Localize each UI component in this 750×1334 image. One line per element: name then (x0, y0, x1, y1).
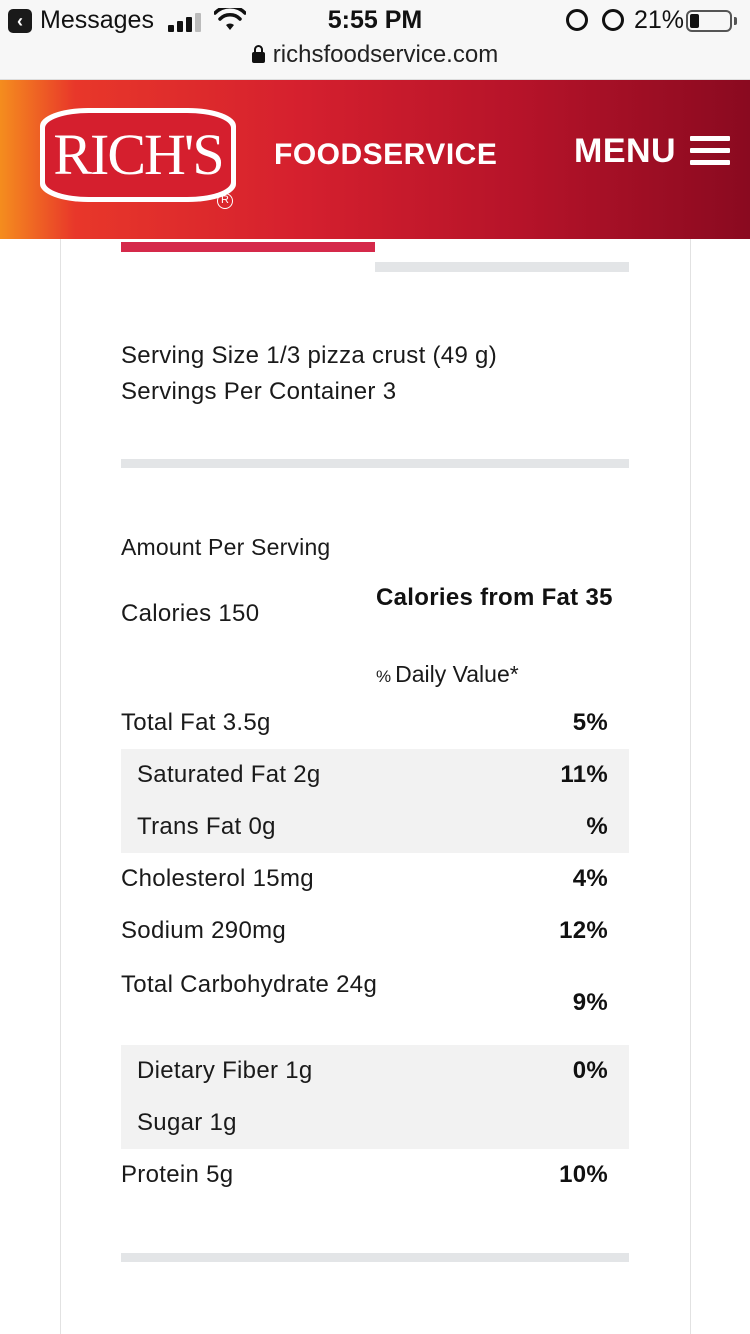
nutrient-daily-value: 0% (572, 1057, 608, 1084)
registered-mark: R (217, 193, 233, 209)
address-bar[interactable]: richsfoodservice.com (0, 40, 750, 80)
logo-text: RICH'S (45, 113, 231, 197)
menu-button[interactable]: MENU (574, 132, 676, 171)
brand-subtitle: FOODSERVICE (274, 138, 498, 171)
amount-per-serving: Amount Per Serving (121, 534, 331, 560)
divider (121, 459, 629, 468)
nutrient-label: Sodium 290mg (121, 917, 287, 944)
battery-icon (686, 10, 732, 32)
status-bar: ‹ Messages 5:55 PM 21% (0, 0, 750, 40)
servings-per-container: Servings Per Container 3 (121, 378, 397, 405)
site-header: RICH'S R FOODSERVICE MENU (0, 80, 750, 239)
nutrient-row: Protein 5g 10% (121, 1149, 629, 1201)
nutrient-label: Protein 5g (121, 1161, 234, 1188)
hamburger-menu-icon[interactable] (690, 136, 730, 166)
alarm-icon (602, 9, 624, 31)
daily-value-header: % Daily Value* (376, 661, 519, 688)
tab-inactive[interactable] (375, 262, 629, 272)
battery-percentage: 21% (634, 6, 685, 34)
nutrient-label: Sugar 1g (137, 1109, 237, 1136)
tab-nutrition-active[interactable] (121, 242, 375, 252)
serving-size: Serving Size 1/3 pizza crust (49 g) (121, 342, 497, 369)
nutrient-daily-value: 12% (559, 917, 608, 944)
calories-from-fat: Calories from Fat 35 (376, 584, 613, 611)
nutrient-daily-value: 9% (572, 989, 608, 1016)
nutrient-row: Total Carbohydrate 24g 9% (121, 957, 629, 1045)
calories: Calories 150 (121, 600, 260, 627)
url-text[interactable]: richsfoodservice.com (273, 41, 498, 68)
nutrient-daily-value: 4% (572, 865, 608, 892)
lock-icon (251, 45, 265, 63)
nutrient-label: Dietary Fiber 1g (137, 1057, 313, 1084)
divider (121, 1253, 629, 1262)
nutrient-label: Total Carbohydrate 24g (121, 971, 378, 998)
nutrient-daily-value: % (586, 813, 608, 840)
nutrient-row: Dietary Fiber 1g 0% (121, 1045, 629, 1097)
nutrient-row: Total Fat 3.5g 5% (121, 697, 629, 749)
battery-tip (734, 17, 737, 25)
rotation-lock-icon (566, 9, 588, 31)
serving-info: Serving Size 1/3 pizza crust (49 g) Serv… (121, 338, 497, 410)
nutrient-daily-value: 5% (572, 709, 608, 736)
nutrient-label: Cholesterol 15mg (121, 865, 314, 892)
nutrient-label: Trans Fat 0g (137, 813, 276, 840)
nutrient-row: Trans Fat 0g % (121, 801, 629, 853)
daily-value-label: Daily Value* (395, 661, 519, 687)
nutrient-row: Saturated Fat 2g 11% (121, 749, 629, 801)
richs-logo[interactable]: RICH'S (40, 108, 236, 202)
nutrient-label: Saturated Fat 2g (137, 761, 321, 788)
percent-symbol: % (376, 667, 392, 686)
nutrient-row: Sodium 290mg 12% (121, 905, 629, 957)
nutrient-row: Sugar 1g (121, 1097, 629, 1149)
nutrient-daily-value: 10% (559, 1161, 608, 1188)
nutrient-label: Total Fat 3.5g (121, 709, 271, 736)
nutrient-daily-value: 11% (560, 761, 608, 788)
nutrient-row: Cholesterol 15mg 4% (121, 853, 629, 905)
